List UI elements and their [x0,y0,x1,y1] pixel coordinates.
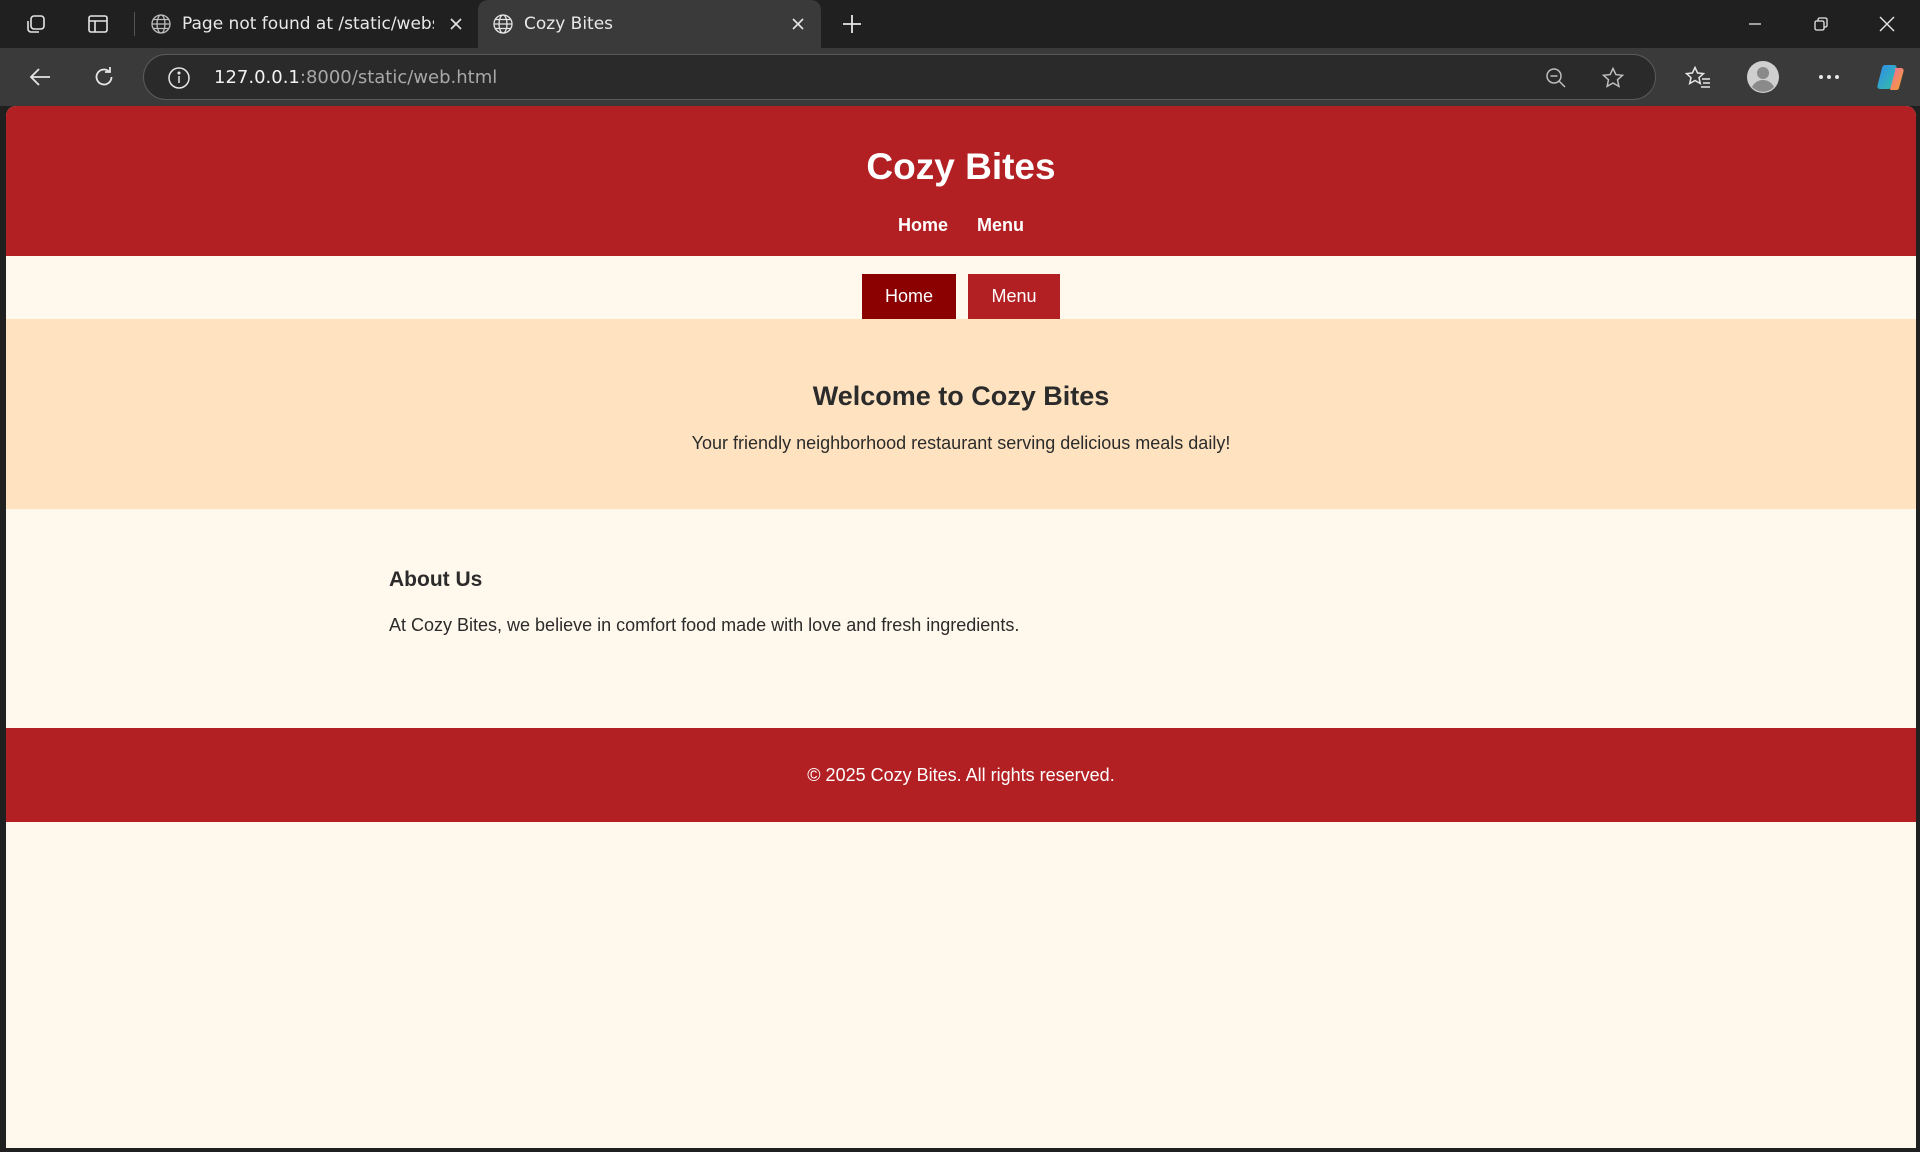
refresh-icon[interactable] [88,63,120,91]
header-nav: Home Menu [6,215,1916,236]
tab-cozy-bites[interactable]: Cozy Bites [478,0,821,48]
close-icon[interactable] [786,12,810,36]
address-path: :8000/static/web.html [299,67,498,88]
copilot-icon[interactable] [1874,61,1908,93]
close-icon[interactable] [444,12,468,36]
address-host: 127.0.0.1 [214,67,300,88]
zoom-out-icon[interactable] [1543,65,1569,91]
about-text: At Cozy Bites, we believe in comfort foo… [389,615,1020,635]
restore-icon[interactable] [1806,12,1836,36]
menu-button[interactable]: Menu [968,274,1060,319]
vertical-tabs-icon[interactable] [84,12,112,36]
favorite-star-icon[interactable] [1600,65,1626,91]
page-viewport: Cozy Bites Home Menu Home Menu Welcome t… [6,106,1916,1148]
about-section: About Us At Cozy Bites, we believe in co… [389,568,1529,636]
address-url[interactable]: 127.0.0.1:8000/static/web.html [214,67,497,88]
back-icon[interactable] [24,63,56,91]
browser-toolbar: 127.0.0.1:8000/static/web.html [0,48,1920,106]
nav-link-home[interactable]: Home [898,215,948,236]
site-footer: © 2025 Cozy Bites. All rights reserved. [6,728,1916,822]
tab-divider [134,12,135,36]
globe-icon [492,13,514,35]
about-heading: About Us [389,568,483,591]
address-bar[interactable]: 127.0.0.1:8000/static/web.html [143,54,1656,100]
tab-page-not-found[interactable]: Page not found at /static/website [136,0,476,48]
page-button-row: Home Menu [6,274,1916,319]
favorites-icon[interactable] [1683,63,1713,91]
tab-title: Cozy Bites [524,14,614,34]
site-title: Cozy Bites [866,146,1056,187]
workspaces-icon[interactable] [22,12,50,36]
tab-title: Page not found at /static/website [182,14,434,34]
hero-tagline: Your friendly neighborhood restaurant se… [691,433,1231,453]
window-close-icon[interactable] [1872,12,1902,36]
hero-heading: Welcome to Cozy Bites [812,381,1110,411]
site-info-icon[interactable] [166,65,192,91]
browser-tab-bar: Page not found at /static/website Cozy B… [0,0,1920,48]
nav-link-menu[interactable]: Menu [977,215,1024,236]
hero-section: Welcome to Cozy Bites Your friendly neig… [6,319,1916,509]
site-header: Cozy Bites Home Menu [6,106,1916,256]
globe-icon [150,13,172,35]
new-tab-icon[interactable] [838,12,866,36]
profile-icon[interactable] [1746,60,1780,94]
minimize-icon[interactable] [1740,12,1770,36]
home-button[interactable]: Home [862,274,956,319]
more-icon[interactable] [1814,63,1844,91]
footer-copyright: © 2025 Cozy Bites. All rights reserved. [807,765,1115,785]
